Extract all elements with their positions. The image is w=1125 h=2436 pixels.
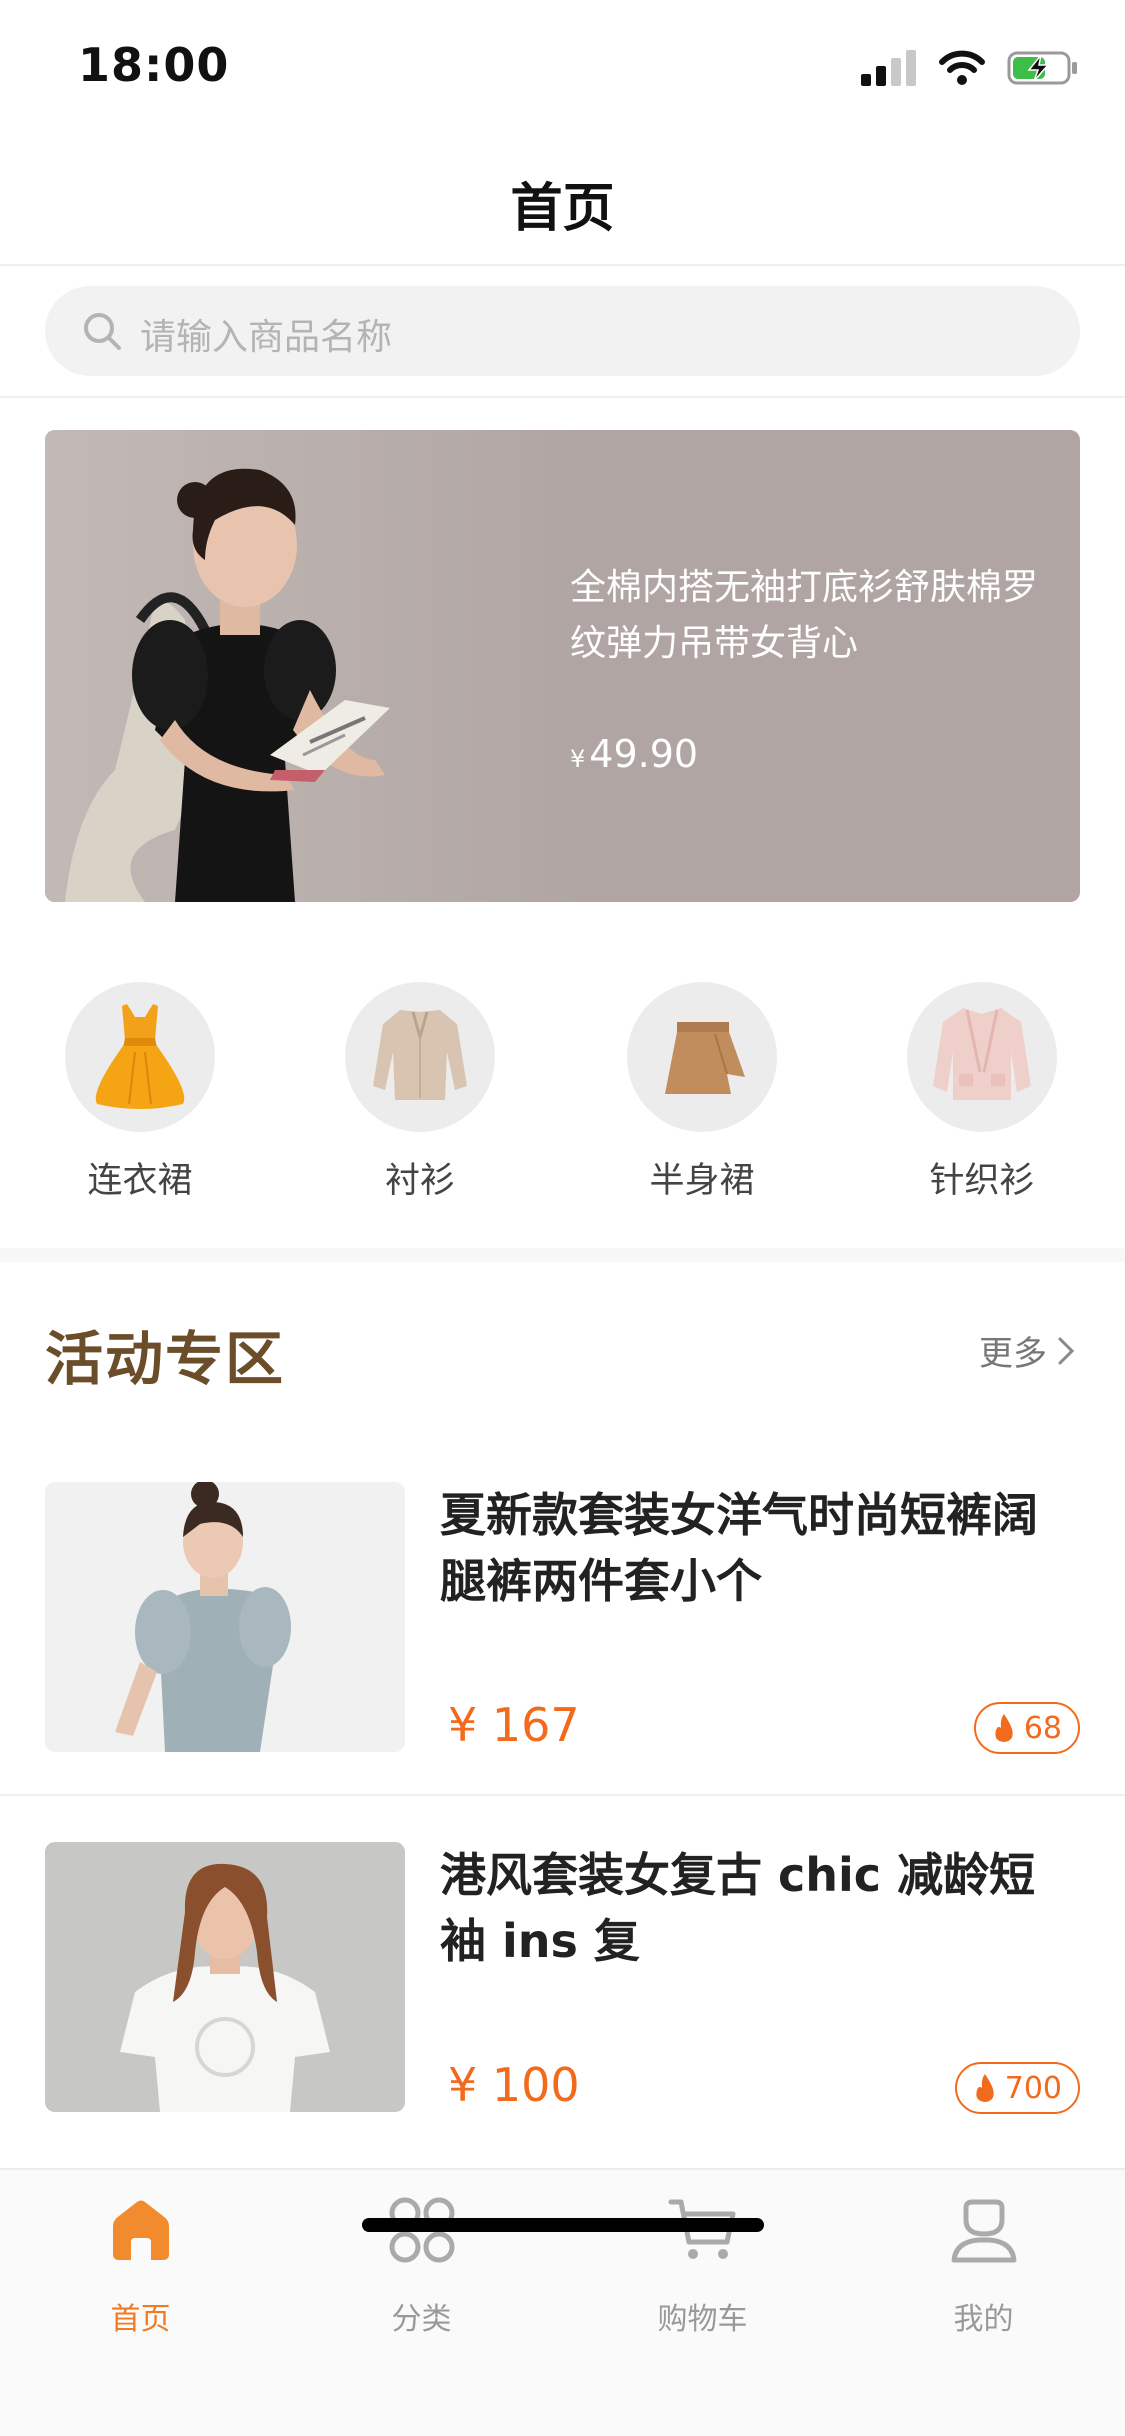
- chevron-right-icon: [1058, 1337, 1075, 1364]
- category-cardigan[interactable]: 针织衫: [882, 972, 1082, 1212]
- product-image: [45, 1482, 405, 1752]
- tab-label: 购物车: [657, 2302, 748, 2337]
- hot-badge: 68: [973, 1702, 1080, 1754]
- home-icon: [113, 2200, 169, 2260]
- home-indicator[interactable]: [362, 2218, 764, 2232]
- cellular-signal-icon: [861, 50, 916, 86]
- tab-label: 分类: [391, 2302, 452, 2337]
- hot-badge: 700: [954, 2062, 1080, 2114]
- category-shirt[interactable]: 衬衫: [320, 972, 520, 1212]
- nav-bar: 首页: [0, 132, 1125, 266]
- product-card[interactable]: 港风套装女复古 chic 减龄短袖 ins 复 ¥ 100 700: [0, 1842, 1125, 2202]
- hot-count: 68: [1023, 1710, 1062, 1746]
- shirt-icon: [373, 1010, 467, 1100]
- banner-model-image: [45, 430, 585, 902]
- promo-banner[interactable]: 全棉内搭无袖打底衫舒肤棉罗纹弹力吊带女背心 ¥49.90: [45, 430, 1080, 902]
- tab-cart[interactable]: 购物车: [562, 2170, 843, 2360]
- category-label: 衬衫: [384, 1161, 455, 1201]
- search-area: 请输入商品名称: [0, 266, 1125, 398]
- page-title: 首页: [510, 179, 615, 239]
- more-link[interactable]: 更多: [979, 1326, 1075, 1375]
- category-dress-image: [65, 982, 215, 1132]
- banner-title: 全棉内搭无袖打底衫舒肤棉罗纹弹力吊带女背心: [570, 567, 1039, 664]
- banner-price: ¥49.90: [570, 732, 698, 776]
- product-name: 港风套装女复古 chic 减龄短袖 ins 复: [440, 1848, 1036, 1968]
- tab-profile[interactable]: 我的: [843, 2170, 1124, 2360]
- category-skirt-image: [627, 982, 777, 1132]
- battery-charging-icon: [1007, 51, 1077, 85]
- product-price: ¥ 100: [448, 2058, 580, 2112]
- banner-currency: ¥: [570, 745, 586, 773]
- search-input[interactable]: 请输入商品名称: [45, 286, 1080, 376]
- status-time: 18:00: [78, 38, 230, 92]
- tab-bar: 首页 分类 购物车 我的: [0, 2168, 1125, 2436]
- dress-icon: [95, 1004, 185, 1109]
- category-label: 针织衫: [929, 1161, 1035, 1201]
- tab-label: 我的: [953, 2302, 1014, 2337]
- tab-label: 首页: [110, 2302, 171, 2337]
- category-cardigan-image: [907, 982, 1057, 1132]
- section-title: 活动专区: [45, 1325, 286, 1393]
- home-page: 18:00 首页 请输入商品名称 全棉内搭无袖打底衫舒肤棉罗纹弹力吊带女背心 ¥…: [0, 0, 1125, 2436]
- wifi-icon: [939, 50, 985, 85]
- activity-section: 活动专区 更多 夏新款套装女洋气时尚短裤阔腿裤两件套小个 ¥ 167 68 港风…: [0, 1262, 1125, 2168]
- product-price: ¥ 167: [448, 1698, 580, 1752]
- tab-category[interactable]: 分类: [281, 2170, 562, 2360]
- product-image: [45, 1842, 405, 2112]
- tab-home[interactable]: 首页: [0, 2170, 281, 2360]
- category-row: 连衣裙 衬衫 半身裙 针织衫: [0, 972, 1125, 1212]
- category-shirt-image: [345, 982, 495, 1132]
- category-dress[interactable]: 连衣裙: [40, 972, 240, 1212]
- product-divider: [0, 1794, 1125, 1796]
- cardigan-icon: [933, 1008, 1031, 1100]
- status-icons: [861, 48, 1079, 88]
- search-placeholder: 请输入商品名称: [140, 317, 393, 358]
- search-icon: [84, 313, 121, 350]
- banner-price-value: 49.90: [589, 732, 699, 776]
- fire-icon: [995, 1714, 1013, 1742]
- category-label: 连衣裙: [87, 1161, 193, 1201]
- more-label: 更多: [979, 1334, 1047, 1374]
- product-name: 夏新款套装女洋气时尚短裤阔腿裤两件套小个: [440, 1488, 1038, 1608]
- category-label: 半身裙: [649, 1161, 755, 1201]
- category-skirt[interactable]: 半身裙: [602, 972, 802, 1212]
- hot-count: 700: [1004, 2070, 1062, 2106]
- skirt-icon: [665, 1022, 745, 1094]
- product-card[interactable]: 夏新款套装女洋气时尚短裤阔腿裤两件套小个 ¥ 167 68: [0, 1482, 1125, 1842]
- profile-icon: [951, 2199, 1017, 2263]
- status-bar: 18:00: [0, 0, 1125, 132]
- fire-icon: [976, 2074, 994, 2102]
